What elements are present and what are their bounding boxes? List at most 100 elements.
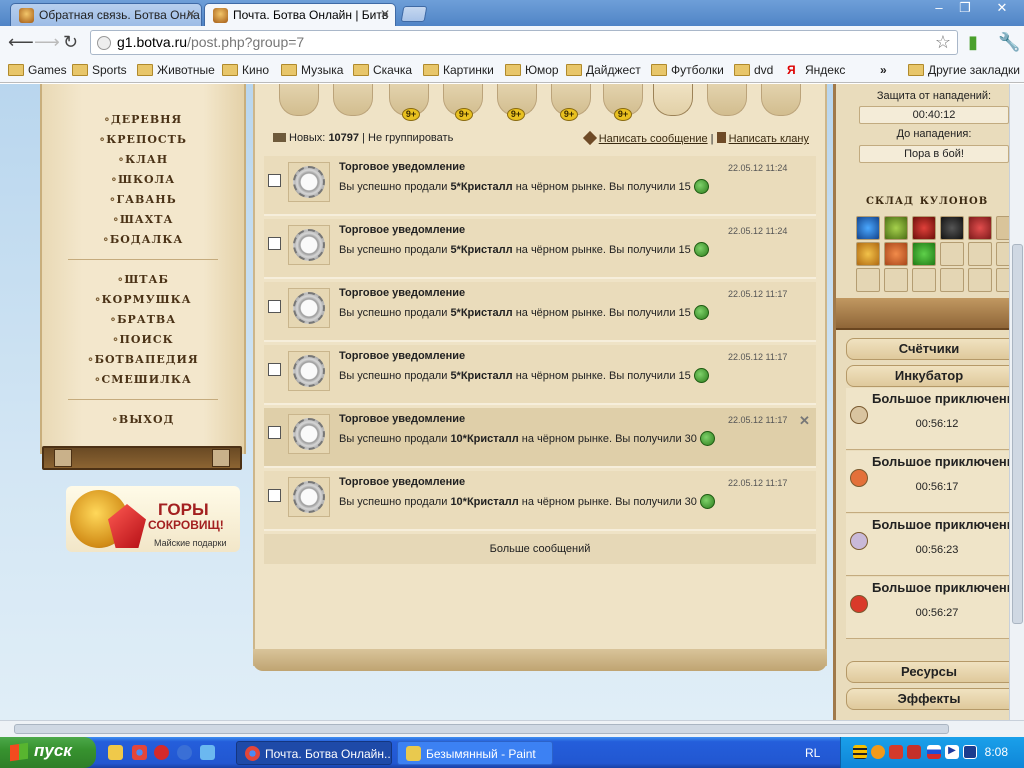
bookmark-yandex[interactable]: Я Яндекс — [785, 63, 845, 77]
empty-slot[interactable] — [968, 242, 992, 266]
media-quicklaunch-icon[interactable] — [177, 745, 192, 760]
empty-slot[interactable] — [940, 268, 964, 292]
bookmark-digest[interactable]: Дайджест — [566, 63, 641, 77]
window-close-icon[interactable]: ✕ — [985, 0, 1019, 18]
effects-section[interactable]: Эффекты — [846, 688, 1009, 710]
potion-icon[interactable] — [884, 216, 908, 240]
message-subject[interactable]: Торговое уведомление — [339, 413, 465, 425]
bookmarks-overflow-button[interactable]: » — [862, 63, 887, 77]
signal-extension-icon[interactable]: ▮ — [968, 33, 978, 51]
monitor-tray-icon[interactable] — [963, 745, 977, 759]
empty-slot[interactable] — [968, 268, 992, 292]
write-message-link[interactable]: Написать сообщение — [599, 133, 708, 145]
message-checkbox[interactable] — [268, 489, 281, 502]
scroll-thumb[interactable] — [14, 724, 949, 734]
wrench-icon[interactable]: 🔧 — [998, 33, 1020, 51]
menu-gang[interactable]: братва — [42, 309, 244, 327]
incubator-item[interactable]: Большое приключение 00:56:27 — [846, 577, 1009, 639]
bookmark-star-icon[interactable]: ☆ — [935, 32, 951, 53]
message-subject[interactable]: Торговое уведомление — [339, 287, 465, 299]
start-button[interactable]: пуск — [0, 737, 96, 768]
message-subject[interactable]: Торговое уведомление — [339, 161, 465, 173]
pig-icon[interactable] — [333, 84, 373, 116]
message-row[interactable]: Торговое уведомление 22.05.12 11:17 Вы у… — [264, 471, 816, 531]
vertical-scrollbar[interactable] — [1009, 84, 1024, 720]
message-subject[interactable]: Торговое уведомление — [339, 476, 465, 488]
trade-coins-icon[interactable] — [653, 84, 693, 116]
message-subject[interactable]: Торговое уведомление — [339, 224, 465, 236]
opera-quicklaunch-icon[interactable] — [154, 745, 169, 760]
empty-slot[interactable] — [940, 242, 964, 266]
message-row[interactable]: Торговое уведомление 22.05.12 11:17 ✕ Вы… — [264, 408, 816, 468]
red-bug-icon[interactable] — [968, 216, 992, 240]
forward-icon[interactable]: ⟶ — [34, 33, 60, 51]
menu-arena[interactable]: бодалка — [42, 229, 244, 247]
menu-wiki[interactable]: ботвапедия — [42, 349, 244, 367]
attack-button[interactable]: Пора в бой! — [859, 145, 1009, 163]
ie-quicklaunch-icon[interactable] — [200, 745, 215, 760]
bookmark-animals[interactable]: Животные — [137, 63, 215, 77]
book-icon[interactable] — [707, 84, 747, 116]
message-row[interactable]: Торговое уведомление 22.05.12 11:17 Вы у… — [264, 282, 816, 342]
delete-message-icon[interactable]: ✕ — [799, 413, 810, 429]
person-icon[interactable] — [761, 84, 801, 116]
feather-icon[interactable] — [996, 216, 1009, 240]
close-tab-icon[interactable]: ✕ — [380, 7, 390, 21]
empty-slot[interactable] — [884, 268, 908, 292]
star-creature-icon[interactable] — [884, 242, 908, 266]
play-tray-icon[interactable]: ▶ — [945, 745, 959, 759]
write-clan-link[interactable]: Написать клану — [729, 133, 809, 145]
menu-mine[interactable]: шахта — [42, 209, 244, 227]
at-tray-icon[interactable] — [889, 745, 903, 759]
back-icon[interactable]: ⟵ — [8, 33, 34, 51]
menu-logout[interactable]: выход — [42, 409, 244, 427]
message-checkbox[interactable] — [268, 174, 281, 187]
envelope-icon[interactable] — [279, 84, 319, 116]
smiley-mask-icon[interactable] — [856, 242, 880, 266]
language-indicator[interactable]: RL — [805, 746, 820, 760]
message-checkbox[interactable] — [268, 300, 281, 313]
menu-search[interactable]: поиск — [42, 329, 244, 347]
menu-harbor[interactable]: гавань — [42, 189, 244, 207]
bookmark-downloads[interactable]: Скачка — [353, 63, 412, 77]
taskbar-paint-window[interactable]: Безымянный - Paint — [397, 741, 553, 765]
address-bar[interactable]: g1.botva.ru/post.php?group=7 ☆ — [90, 30, 958, 55]
orange-tray-icon[interactable] — [871, 745, 885, 759]
empty-slot[interactable] — [912, 268, 936, 292]
empty-slot[interactable] — [996, 268, 1009, 292]
blue-orb-icon[interactable] — [856, 216, 880, 240]
red-amulet-icon[interactable] — [912, 216, 936, 240]
empty-slot[interactable] — [856, 268, 880, 292]
bookmark-dvd[interactable]: dvd — [734, 63, 773, 77]
incubator-item[interactable]: Большое приключение 00:56:23 — [846, 514, 1009, 576]
incubator-section[interactable]: Инкубатор — [846, 365, 1009, 387]
bookmark-music[interactable]: Музыка — [281, 63, 343, 77]
message-checkbox[interactable] — [268, 426, 281, 439]
more-messages-button[interactable]: Больше сообщений — [264, 534, 816, 564]
bee-tray-icon[interactable] — [853, 745, 867, 759]
horizontal-scrollbar[interactable] — [0, 720, 1024, 737]
message-row[interactable]: Торговое уведомление 22.05.12 11:24 Вы у… — [264, 156, 816, 216]
page-info-icon[interactable] — [97, 36, 111, 50]
message-row[interactable]: Торговое уведомление 22.05.12 11:17 Вы у… — [264, 345, 816, 405]
bookmark-sports[interactable]: Sports — [72, 63, 127, 77]
antivirus-tray-icon[interactable] — [907, 745, 921, 759]
resources-section[interactable]: Ресурсы — [846, 661, 1009, 683]
chrome-quicklaunch-icon[interactable] — [132, 745, 147, 760]
ungroup-link[interactable]: Не группировать — [368, 132, 453, 144]
scroll-thumb[interactable] — [1012, 244, 1023, 624]
other-bookmarks[interactable]: Другие закладки — [908, 63, 1020, 77]
incubator-item[interactable]: Большое приключение 00:56:12 — [846, 388, 1009, 450]
bookmark-tshirts[interactable]: Футболки — [651, 63, 724, 77]
bookmark-games[interactable]: Games — [8, 63, 67, 77]
dark-cube-icon[interactable] — [940, 216, 964, 240]
new-tab-button[interactable] — [400, 6, 428, 22]
clover-icon[interactable] — [912, 242, 936, 266]
maximize-icon[interactable]: ❐ — [952, 0, 978, 18]
explorer-quicklaunch-icon[interactable] — [108, 745, 123, 760]
menu-village[interactable]: деревня — [42, 109, 244, 127]
menu-hq[interactable]: штаб — [42, 269, 244, 287]
russian-flag-tray-icon[interactable] — [927, 745, 941, 759]
menu-fun[interactable]: смешилка — [42, 369, 244, 387]
menu-clan[interactable]: клан — [42, 149, 244, 167]
